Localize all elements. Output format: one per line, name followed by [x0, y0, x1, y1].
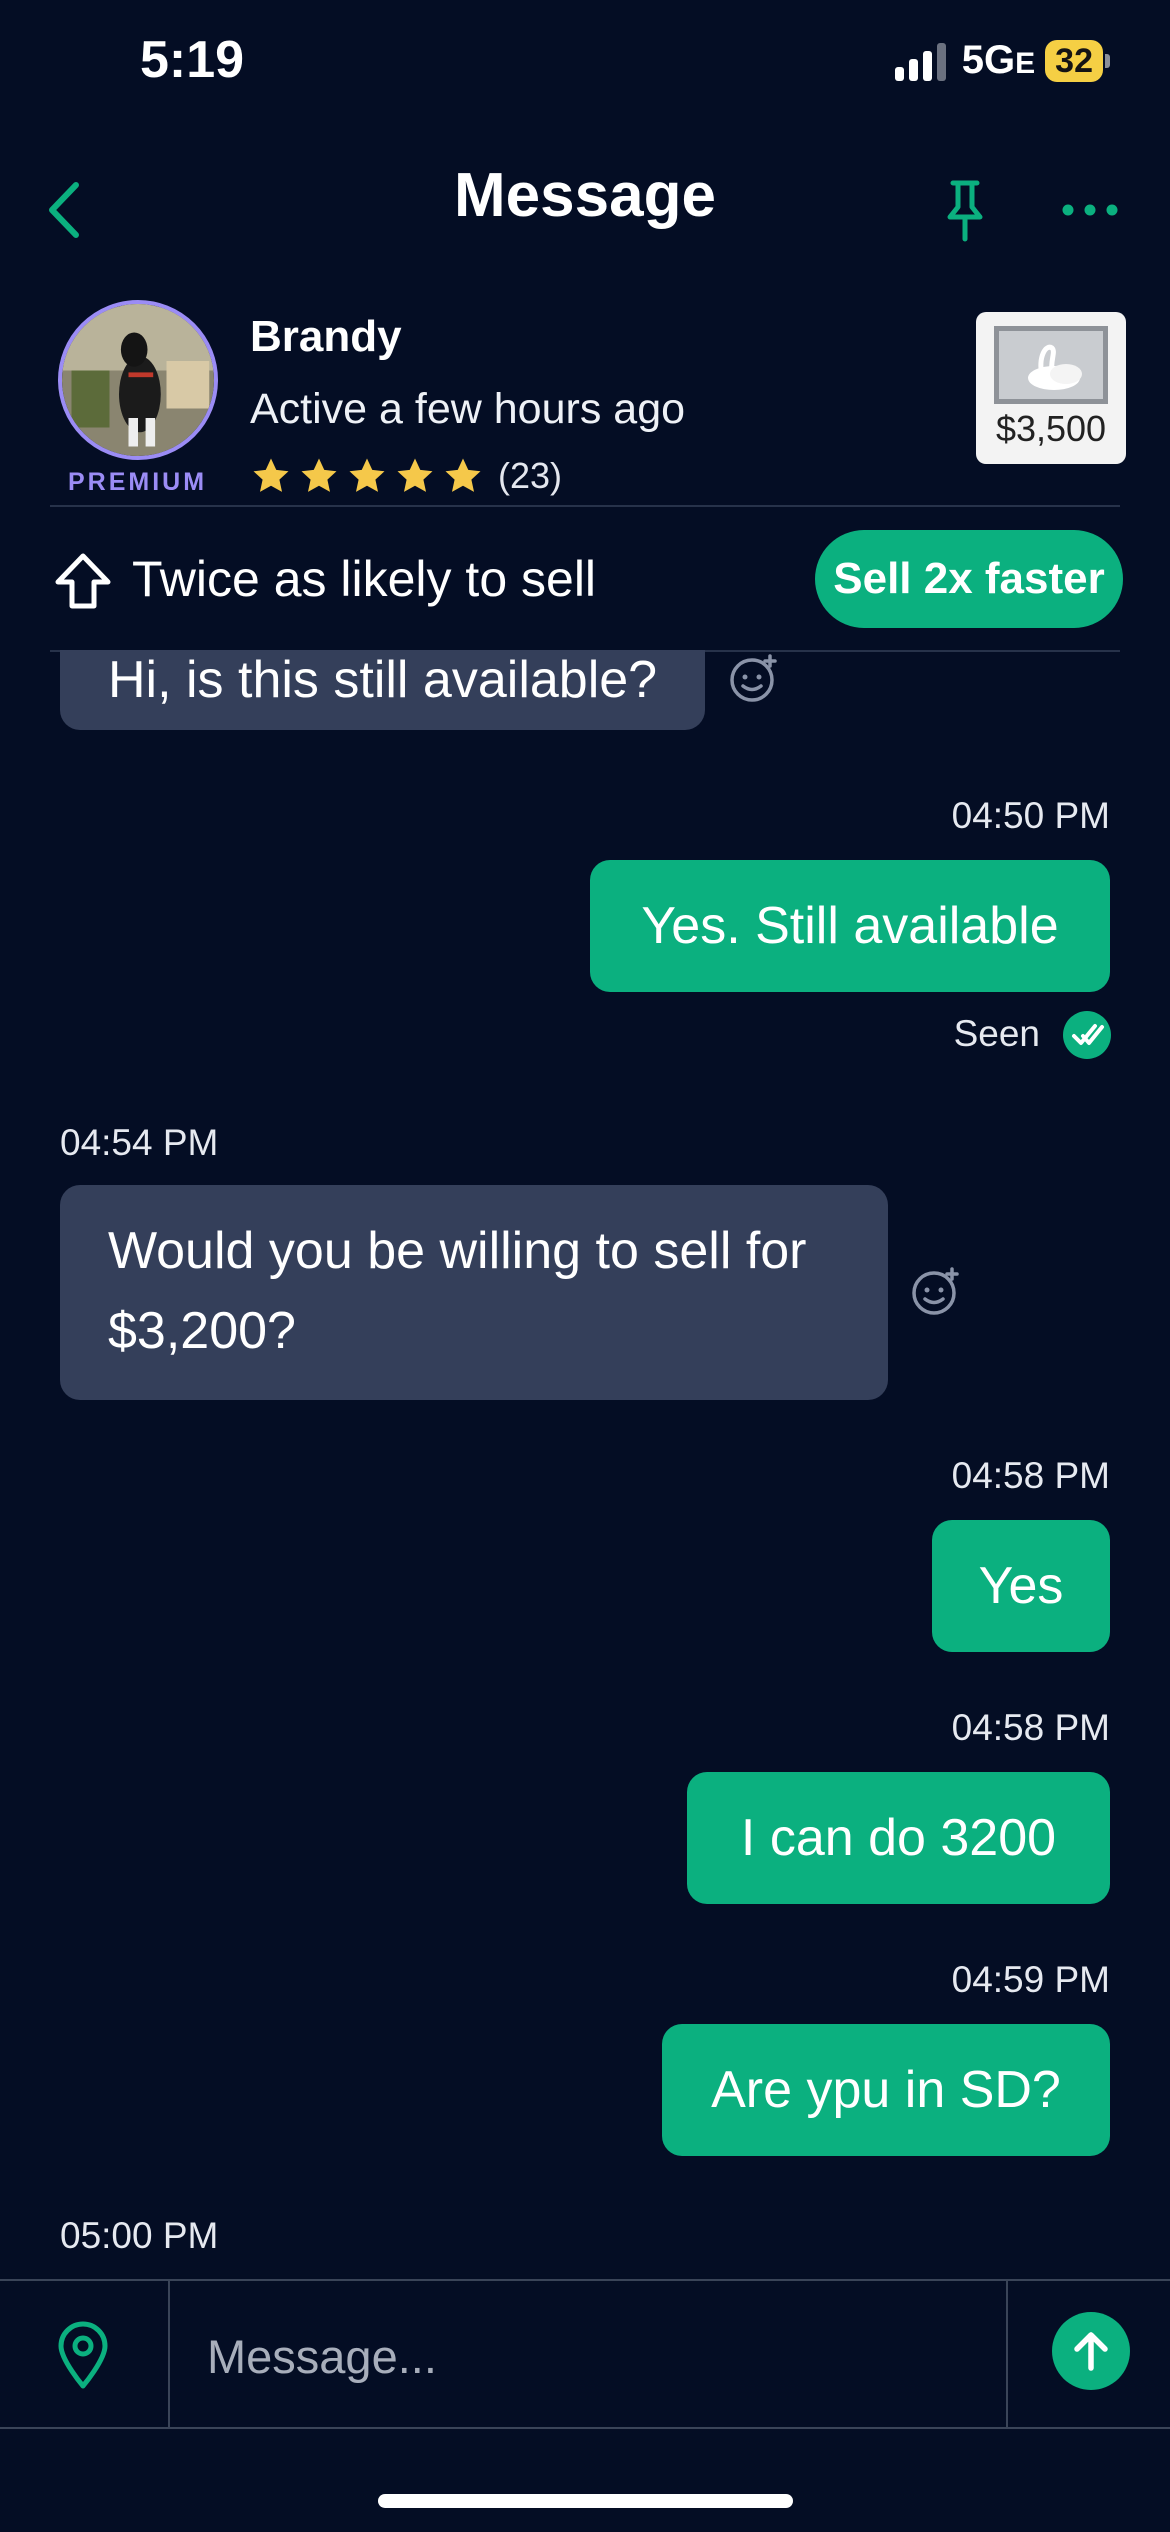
outgoing-message[interactable]: I can do 3200	[687, 1772, 1110, 1904]
incoming-message[interactable]: Hi, is this still available?	[60, 650, 706, 730]
arrow-up-outline-icon	[55, 553, 111, 609]
message-list-top: Hi, is this still available?	[0, 650, 1170, 740]
user-name[interactable]: Brandy	[250, 312, 402, 362]
star-icon	[301, 458, 337, 492]
composer-top-border	[0, 2279, 1170, 2281]
add-reaction-icon[interactable]	[728, 652, 780, 704]
listing-image	[994, 326, 1108, 404]
avatar[interactable]	[58, 300, 218, 460]
star-icon	[445, 458, 481, 492]
status-time: 5:19	[140, 31, 245, 89]
message-timestamp: 04:54 PM	[60, 1122, 219, 1163]
arrow-up-icon	[1074, 2332, 1108, 2371]
promo-text: Twice as likely to sell	[132, 551, 597, 607]
user-active-status: Active a few hours ago	[250, 385, 686, 433]
seen-check-icon	[1063, 1011, 1111, 1059]
listing-price: $3,500	[995, 408, 1107, 449]
avatar-photo	[62, 304, 214, 456]
message-timestamp: 05:00 PM	[60, 2215, 219, 2256]
sell-faster-button[interactable]: Sell 2x faster	[815, 530, 1123, 628]
header-divider	[50, 505, 1120, 507]
pin-icon[interactable]	[940, 175, 990, 245]
page-title: Message	[454, 161, 716, 230]
incoming-message[interactable]: Would you be willing to sell for $3,200?	[60, 1185, 888, 1400]
rating[interactable]: (23)	[250, 455, 562, 497]
listing-thumbnail[interactable]: $3,500	[976, 312, 1126, 464]
home-indicator[interactable]	[378, 2494, 793, 2508]
message-timestamp: 04:59 PM	[951, 1959, 1110, 2000]
star-icon	[397, 458, 433, 492]
message-line: $3,200?	[108, 1302, 296, 1360]
message-input[interactable]	[205, 2300, 989, 2412]
message-timestamp: 04:50 PM	[951, 795, 1110, 836]
premium-badge: PREMIUM	[68, 468, 208, 496]
composer-divider	[168, 2281, 170, 2427]
message-timestamp: 04:58 PM	[951, 1707, 1110, 1748]
status-indicators: 5GE 32	[894, 38, 1110, 83]
composer-bottom-border	[0, 2427, 1170, 2429]
outgoing-message[interactable]: Yes. Still available	[590, 860, 1110, 992]
battery-icon: 32	[1045, 39, 1110, 82]
rating-count: (23)	[498, 455, 563, 496]
seen-receipt: Seen	[953, 1013, 1040, 1054]
battery-level: 32	[1045, 39, 1103, 82]
composer-divider	[1006, 2281, 1008, 2427]
network-label: 5GE	[961, 38, 1036, 82]
outgoing-message[interactable]: Are ypu in SD?	[662, 2024, 1110, 2156]
outgoing-message[interactable]: Yes	[932, 1520, 1110, 1652]
add-reaction-icon[interactable]	[910, 1265, 962, 1317]
more-dots-icon[interactable]	[1060, 195, 1120, 225]
star-icon	[253, 458, 289, 492]
message-line: Would you be willing to sell for	[108, 1222, 807, 1280]
send-button[interactable]	[1052, 2312, 1130, 2390]
star-icon	[349, 458, 385, 492]
message-timestamp: 04:58 PM	[951, 1455, 1110, 1496]
signal-icon	[894, 41, 946, 81]
location-pin-icon[interactable]	[55, 2320, 111, 2390]
